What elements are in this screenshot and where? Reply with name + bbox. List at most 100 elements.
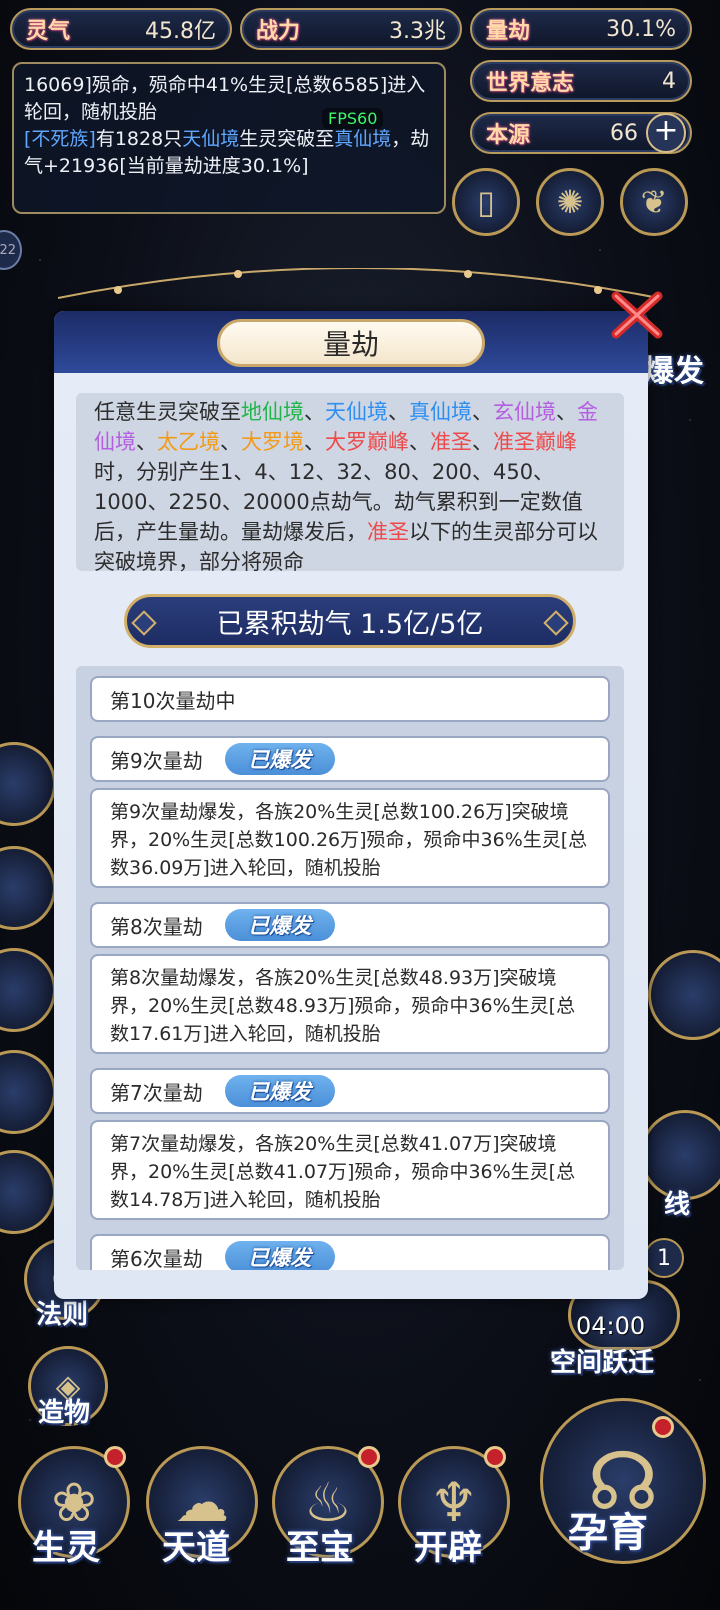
stat-benyuan[interactable]: 本源 66 + <box>470 112 692 154</box>
list-item[interactable]: 第10次量劫中 <box>90 676 610 722</box>
log-text: 生灵突破至 <box>239 128 335 150</box>
notification-dot <box>358 1446 380 1468</box>
list-item[interactable]: 第6次量劫 已爆发 <box>90 1234 610 1270</box>
stat-lingqi-label: 灵气 <box>26 18 71 44</box>
event-log: 16069]殒命，殒命中41%生灵[总数6585]进入轮回，随机投胎 [不死族]… <box>12 62 446 214</box>
realm-zhunsheng: 准圣 <box>430 430 472 454</box>
list-item-title: 第6次量劫 <box>110 1246 203 1271</box>
separator: 、 <box>472 430 493 454</box>
list-item[interactable]: 第7次量劫 已爆发 <box>90 1068 610 1114</box>
stat-shijie-yizhi[interactable]: 世界意志 4 <box>470 60 692 102</box>
left-side-button-4[interactable] <box>0 1050 56 1134</box>
burst-badge: 已爆发 <box>224 1075 335 1107</box>
realm-zhunsheng: 准圣 <box>367 520 409 544</box>
left-edge-badge[interactable]: 22 <box>0 230 22 270</box>
log-race: [不死族] <box>24 128 96 150</box>
list-item-title: 第8次量劫 <box>110 914 203 939</box>
stat-benyuan-label: 本源 <box>486 122 531 148</box>
fa-ze-label: 法则 <box>36 1300 89 1330</box>
separator: 、 <box>388 400 409 424</box>
notification-dot <box>104 1446 126 1468</box>
add-benyuan-button[interactable]: + <box>646 113 686 153</box>
stat-lingqi[interactable]: 灵气 45.8亿 <box>10 8 232 50</box>
liangjie-history-list[interactable]: 第10次量劫中 第9次量劫 已爆发 第9次量劫爆发，各族20%生灵[总数100.… <box>76 666 624 1270</box>
liangjie-description: 任意生灵突破至地仙境、天仙境、真仙境、玄仙境、金仙境、太乙境、大罗境、大罗巅峰、… <box>76 393 624 574</box>
list-item-detail: 第7次量劫爆发，各族20%生灵[总数41.07万]突破境界，20%生灵[总数41… <box>90 1120 610 1220</box>
list-item-title: 第9次量劫 <box>110 748 203 773</box>
list-item-title: 第10次量劫中 <box>110 688 236 713</box>
log-text: 有1828只 <box>95 128 183 150</box>
diamond-ornament-icon <box>131 610 157 636</box>
log-realm-from: 天仙境 <box>182 128 240 150</box>
stat-shijie-value: 4 <box>662 68 676 94</box>
burst-badge: 已爆发 <box>224 909 335 941</box>
stat-liangjie-label: 量劫 <box>486 18 531 44</box>
burst-badge: 已爆发 <box>224 743 335 775</box>
left-side-button-5[interactable] <box>0 1150 56 1234</box>
separator: 、 <box>472 400 493 424</box>
separator: 、 <box>556 400 577 424</box>
separator: 、 <box>304 400 325 424</box>
card-button[interactable]: ▯ <box>452 168 520 236</box>
notification-dot <box>652 1416 674 1438</box>
stat-zhanli-label: 战力 <box>256 18 301 44</box>
stat-lingqi-value: 45.8亿 <box>145 19 216 44</box>
list-item-detail-text: 第8次量劫爆发，各族20%生灵[总数48.93万]突破境界，20%生灵[总数48… <box>110 967 576 1045</box>
left-side-button-2[interactable] <box>0 846 56 930</box>
realm-taiyi: 太乙境 <box>157 430 220 454</box>
yunyu-label: 孕育 <box>568 1509 648 1556</box>
diamond-ornament-icon <box>543 610 569 636</box>
list-item[interactable]: 第9次量劫 已爆发 <box>90 736 610 782</box>
notification-dot <box>484 1446 506 1468</box>
accumulated-jieqi-text: 已累积劫气 1.5亿/5亿 <box>216 608 484 640</box>
right-count-badge: 1 <box>644 1238 684 1278</box>
stat-benyuan-value: 66 <box>610 120 638 146</box>
separator: 、 <box>304 430 325 454</box>
scroll-icon: ❦ <box>640 183 668 221</box>
realm-zhunsheng-peak: 准圣巅峰 <box>493 430 577 454</box>
left-side-button-3[interactable] <box>0 948 56 1032</box>
stat-liangjie-value: 30.1% <box>606 16 676 42</box>
modal-title: 量劫 <box>217 319 485 367</box>
fps-counter: FPS60 <box>322 108 384 129</box>
right-side-button-1[interactable] <box>648 950 720 1040</box>
stat-zhanli-value: 3.3兆 <box>389 19 446 44</box>
burst-label-partial: 爆发 <box>644 354 704 389</box>
list-item[interactable]: 第8次量劫 已爆发 <box>90 902 610 948</box>
modal-header: 量劫 <box>54 311 648 373</box>
left-side-button-1[interactable] <box>0 742 56 826</box>
separator: 、 <box>220 430 241 454</box>
zao-wu-label: 造物 <box>38 1398 91 1428</box>
list-item-detail-text: 第9次量劫爆发，各族20%生灵[总数100.26万]突破境界，20%生灵[总数1… <box>110 801 588 879</box>
stat-shijie-label: 世界意志 <box>486 70 575 96</box>
list-item-detail-text: 第7次量劫爆发，各族20%生灵[总数41.07万]突破境界，20%生灵[总数41… <box>110 1133 576 1211</box>
separator: 、 <box>136 430 157 454</box>
realm-daluo: 大罗境 <box>241 430 304 454</box>
space-jump-timer: 04:00 <box>576 1312 646 1340</box>
list-item-detail: 第8次量劫爆发，各族20%生灵[总数48.93万]突破境界，20%生灵[总数48… <box>90 954 610 1054</box>
tiandao-label: 天道 <box>162 1528 230 1568</box>
vortex-icon: ✺ <box>556 183 584 221</box>
scroll-button[interactable]: ❦ <box>620 168 688 236</box>
stat-liangjie[interactable]: 量劫 30.1% <box>470 8 692 50</box>
log-realm-to: 真仙境 <box>334 128 392 150</box>
realm-daluo-peak: 大罗巅峰 <box>325 430 409 454</box>
vortex-button[interactable]: ✺ <box>536 168 604 236</box>
right-label-partial: 线 <box>664 1190 691 1220</box>
realm-zhenxian: 真仙境 <box>409 400 472 424</box>
space-jump-label: 空间跃迁 <box>550 1348 655 1378</box>
burst-badge: 已爆发 <box>224 1241 335 1270</box>
shengling-label: 生灵 <box>32 1528 100 1568</box>
zhibao-label: 至宝 <box>286 1528 354 1568</box>
stat-zhanli[interactable]: 战力 3.3兆 <box>240 8 462 50</box>
accumulated-jieqi-banner: 已累积劫气 1.5亿/5亿 <box>124 594 576 648</box>
realm-xuanxian: 玄仙境 <box>493 400 556 424</box>
card-icon: ▯ <box>477 183 495 221</box>
realm-tianxian: 天仙境 <box>325 400 388 424</box>
kaipi-label: 开辟 <box>414 1528 482 1568</box>
list-item-detail: 第9次量劫爆发，各族20%生灵[总数100.26万]突破境界，20%生灵[总数1… <box>90 788 610 888</box>
desc-text: 任意生灵突破至 <box>94 400 241 424</box>
separator: 、 <box>409 430 430 454</box>
realm-dixian: 地仙境 <box>241 400 304 424</box>
close-icon[interactable] <box>606 284 668 346</box>
